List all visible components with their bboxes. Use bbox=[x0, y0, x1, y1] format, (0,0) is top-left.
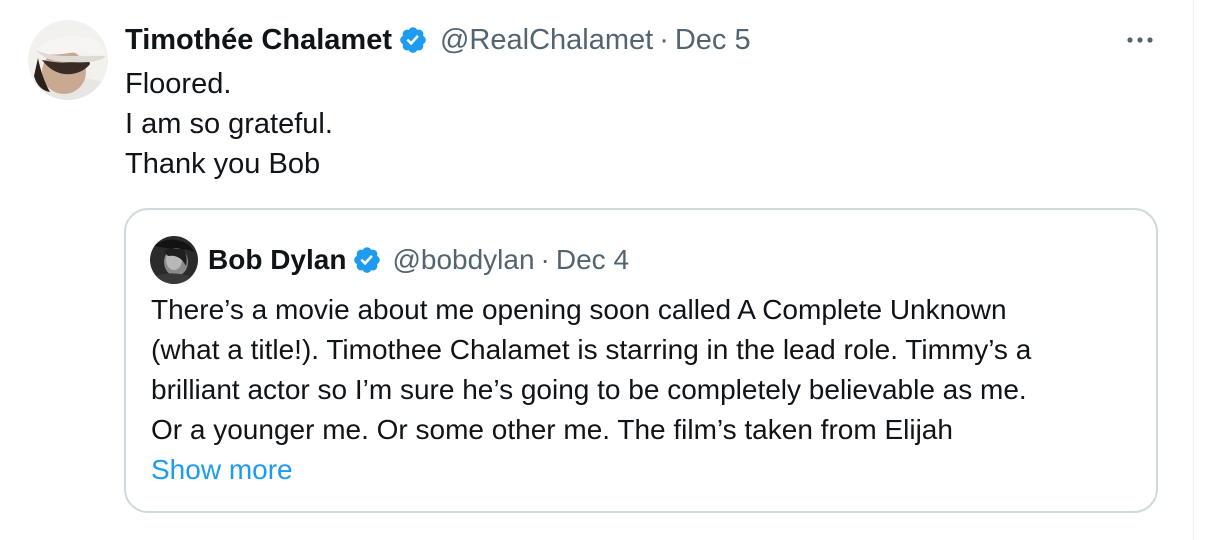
quoted-tweet-header: Bob Dylan @bobdylan · Dec 4 bbox=[208, 238, 629, 282]
quoted-author-handle[interactable]: @bobdylan bbox=[392, 244, 534, 276]
show-more-link[interactable]: Show more bbox=[151, 450, 293, 490]
verified-badge-icon[interactable] bbox=[398, 25, 428, 55]
verified-badge-icon[interactable] bbox=[352, 245, 382, 275]
author-handle[interactable]: @RealChalamet bbox=[440, 24, 653, 57]
tweet-date[interactable]: Dec 5 bbox=[675, 24, 751, 57]
ellipsis-icon bbox=[1127, 37, 1153, 43]
tweet-text: Floored. I am so grateful. Thank you Bob bbox=[125, 64, 333, 184]
tweet-header: Timothée Chalamet @RealChalamet · Dec 5 bbox=[125, 20, 751, 60]
tweet-text-line: Floored. bbox=[125, 68, 232, 100]
quoted-text-line: There’s a movie about me opening soon ca… bbox=[151, 294, 1007, 325]
quoted-text-line: brilliant actor so I’m sure he’s going t… bbox=[151, 374, 1027, 405]
tweet-text-line: Thank you Bob bbox=[125, 148, 321, 180]
separator-dot: · bbox=[540, 244, 550, 275]
quoted-tweet-text: There’s a movie about me opening soon ca… bbox=[151, 290, 1141, 450]
avatar-image bbox=[150, 236, 198, 284]
quoted-text-line: (what a title!). Timothee Chalamet is st… bbox=[151, 334, 1032, 365]
more-options-button[interactable] bbox=[1122, 28, 1158, 52]
quoted-author-name[interactable]: Bob Dylan bbox=[208, 244, 346, 276]
separator-dot: · bbox=[659, 23, 669, 56]
avatar-image bbox=[28, 20, 108, 100]
author-name[interactable]: Timothée Chalamet bbox=[125, 24, 392, 57]
quoted-tweet-card[interactable]: Bob Dylan @bobdylan · Dec 4 There’s a mo… bbox=[124, 208, 1158, 513]
quoted-tweet-date[interactable]: Dec 4 bbox=[556, 244, 629, 276]
author-avatar[interactable] bbox=[28, 20, 108, 100]
tweet-text-line: I am so grateful. bbox=[125, 108, 333, 140]
timeline-divider bbox=[1193, 0, 1194, 540]
quoted-text-line: Or a younger me. Or some other me. The f… bbox=[151, 414, 953, 445]
quoted-author-avatar[interactable] bbox=[150, 236, 198, 284]
